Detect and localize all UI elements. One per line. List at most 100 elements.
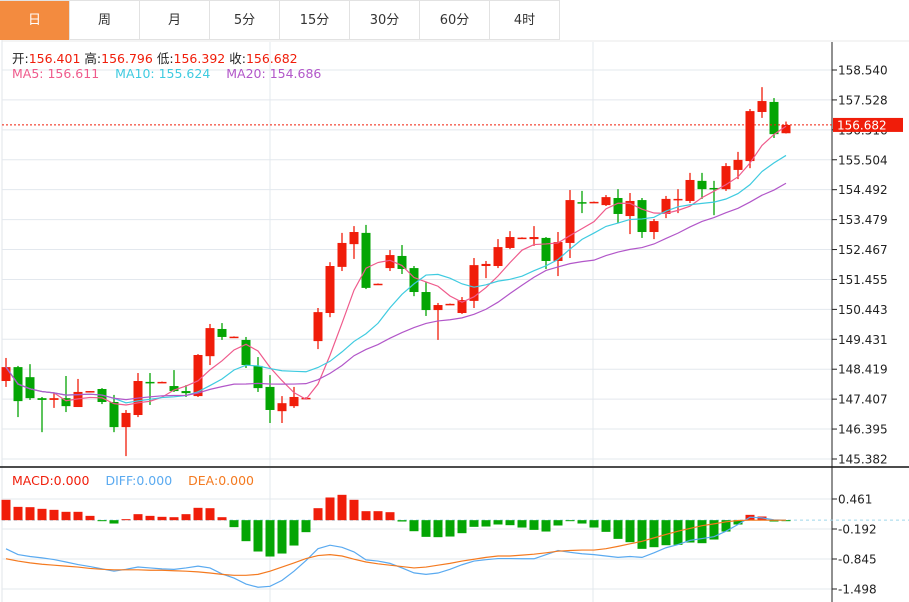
macd-bar [661,520,671,546]
candle [421,281,431,316]
ma10-value: MA10: 155.624 [115,66,211,81]
price-tick-label: 155.504 [838,153,888,167]
macd-bar [121,519,131,521]
macd-bar [613,520,623,539]
candle-body [529,237,539,240]
price-tick-label: 157.528 [838,93,888,107]
candle [229,336,239,339]
candle [529,226,539,246]
macd-bar [133,514,143,521]
candle-body [505,237,515,248]
candle-body [145,381,155,384]
ma20-value: MA20: 154.686 [226,66,322,81]
candle-body [565,200,575,243]
candle [109,394,119,433]
macd-bar [493,520,503,525]
macd-bar [397,520,407,522]
candle-body [517,237,527,240]
candle [697,172,707,199]
open-label: 开: [12,51,29,66]
macd-bar [637,520,647,549]
macd-tick-label: -0.192 [838,523,877,537]
price-tick-label: 151.455 [838,273,888,287]
current-price-label: 156.682 [837,118,887,132]
candle [217,323,227,340]
candle-body [109,402,119,428]
candle-body [769,101,779,135]
price-tick-label: 158.540 [838,64,888,78]
candle-body [49,398,59,400]
candle-body [325,266,335,314]
candle-body [361,232,371,288]
macd-bar [49,509,59,521]
candle-body [673,198,683,201]
candle [457,297,467,314]
candle-body [733,159,743,170]
candle-body [613,198,623,214]
candle [337,232,347,272]
candle [577,190,587,214]
candle-body [229,336,239,339]
candle-body [577,202,587,204]
macd-bar [433,520,443,538]
open-value: 156.401 [28,51,81,66]
candle-body [205,328,215,357]
candle-body [121,412,131,428]
diff-value: DIFF:0.000 [105,473,173,488]
macd-bar [205,508,215,521]
candle-body [37,398,47,400]
candle [205,323,215,366]
macd-bar [229,520,239,528]
price-tick-label: 154.492 [838,183,888,197]
macd-value: MACD:0.000 [12,473,90,488]
candle [157,381,167,384]
candle [121,409,131,457]
close-label: 收: [229,51,246,66]
candle-body [649,221,659,233]
macd-bar [577,520,587,524]
candle [505,231,515,250]
macd-bar [553,520,563,526]
macd-bar [25,507,35,521]
candle [553,232,563,277]
macd-bar [529,520,539,530]
candle-body [85,391,95,393]
macd-bar [241,520,251,542]
candle [625,192,635,235]
candle [37,396,47,433]
candle-body [697,180,707,190]
macd-bar [13,506,23,521]
candle [277,396,287,423]
macd-bar [481,520,491,527]
price-tick-label: 152.467 [838,243,888,257]
ma20-line [5,182,787,401]
macd-bar [289,520,299,546]
macd-bar [193,507,203,521]
candle [373,283,383,286]
candle [601,195,611,206]
macd-bar [373,511,383,521]
kline-chart[interactable]: 158.540157.528156.516155.504154.492153.4… [0,0,909,602]
macd-bar [685,520,695,543]
macd-bar [505,520,515,526]
ma5-line [5,125,787,406]
macd-bar [601,520,611,532]
macd-bar [181,514,191,521]
candle-body [1,367,11,382]
candle-body [253,365,263,389]
candle [133,373,143,418]
candle [757,87,767,118]
macd-bar [37,508,47,521]
price-tick-label: 150.443 [838,303,888,317]
macd-bar [253,520,263,552]
price-tick-label: 145.382 [838,453,888,467]
candle-body [445,303,455,306]
candle [589,201,599,204]
candle-body [241,339,251,366]
candle-body [589,201,599,204]
macd-bar [445,520,455,537]
macd-bar [61,511,71,521]
candle [733,151,743,180]
candle [613,189,623,224]
macd-bar [265,520,275,557]
